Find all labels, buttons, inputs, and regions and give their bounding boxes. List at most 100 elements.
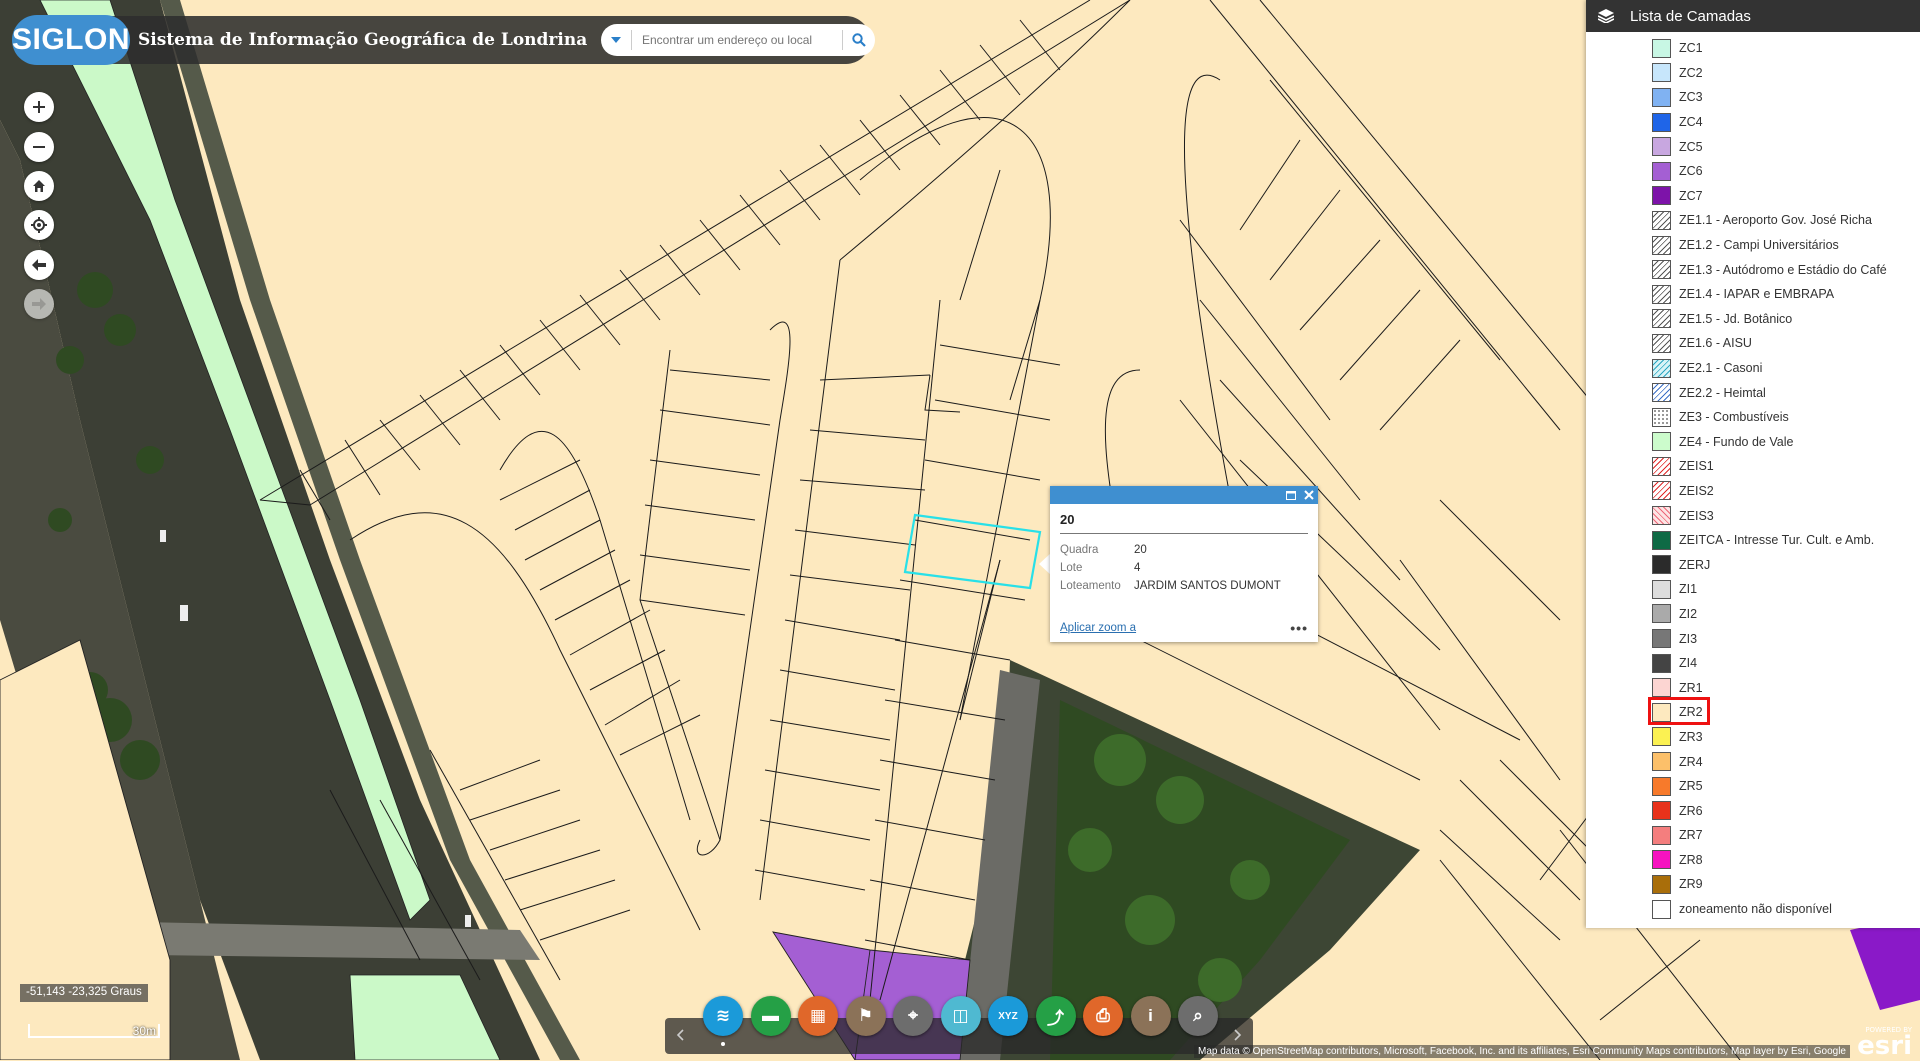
- share-tool-button[interactable]: ⤴: [1036, 996, 1076, 1036]
- legend-item[interactable]: ZR7: [1586, 823, 1920, 848]
- legend-item[interactable]: ZE1.1 - Aeroporto Gov. José Richa: [1586, 208, 1920, 233]
- legend-item[interactable]: ZC1: [1586, 36, 1920, 61]
- legend-swatch: [1652, 727, 1671, 746]
- legend-swatch: [1652, 875, 1671, 894]
- legend-item[interactable]: ZI2: [1586, 602, 1920, 627]
- basemap-tool-button[interactable]: ▦: [798, 996, 838, 1036]
- field-value: JARDIM SANTOS DUMONT: [1134, 577, 1281, 595]
- legend-item[interactable]: ZR2: [1586, 700, 1920, 725]
- legend-label: ZC1: [1679, 41, 1703, 55]
- locate-button[interactable]: [24, 210, 54, 240]
- legend-swatch: [1652, 900, 1671, 919]
- legend-label: ZC4: [1679, 115, 1703, 129]
- map-attribution[interactable]: Map data © OpenStreetMap contributors, M…: [1194, 1045, 1850, 1058]
- close-button[interactable]: [1304, 488, 1314, 503]
- zoom-in-button[interactable]: [24, 92, 54, 122]
- esri-logo[interactable]: POWERED BY esri: [1854, 1026, 1912, 1058]
- legend-item[interactable]: ZE1.4 - IAPAR e EMBRAPA: [1586, 282, 1920, 307]
- legend-item[interactable]: ZC6: [1586, 159, 1920, 184]
- legend-swatch: [1652, 408, 1671, 427]
- legend-label: ZERJ: [1679, 558, 1710, 572]
- legend-item[interactable]: ZE2.1 - Casoni: [1586, 356, 1920, 381]
- xyz-tool-button[interactable]: XYZ: [988, 996, 1028, 1036]
- measure-tool-button[interactable]: ▬: [751, 996, 791, 1036]
- legend-item[interactable]: ZR9: [1586, 872, 1920, 897]
- popup-titlebar: [1050, 486, 1318, 504]
- legend-item[interactable]: ZE2.2 - Heimtal: [1586, 380, 1920, 405]
- legend-label: ZE1.3 - Autódromo e Estádio do Café: [1679, 263, 1887, 277]
- layers-icon: ≋: [716, 1006, 730, 1026]
- field-value: 20: [1134, 541, 1281, 559]
- legend-item[interactable]: zoneamento não disponível: [1586, 897, 1920, 922]
- legend-item[interactable]: ZC5: [1586, 134, 1920, 159]
- legend-item[interactable]: ZE3 - Combustíveis: [1586, 405, 1920, 430]
- home-button[interactable]: [24, 171, 54, 201]
- layer-list-header[interactable]: Lista de Camadas: [1586, 0, 1920, 32]
- legend-label: ZI3: [1679, 632, 1697, 646]
- siglon-logo[interactable]: SIGLON: [12, 15, 130, 65]
- legend-item[interactable]: ZR8: [1586, 848, 1920, 873]
- legend-item[interactable]: ZE1.6 - AISU: [1586, 331, 1920, 356]
- info-tool-button[interactable]: i: [1131, 996, 1171, 1036]
- minus-icon: [33, 141, 45, 153]
- chevron-down-icon: [611, 37, 621, 43]
- locate-tool-button[interactable]: ⌖: [893, 996, 933, 1036]
- legend-label: ZC3: [1679, 90, 1703, 104]
- field-key: Loteamento: [1060, 577, 1134, 595]
- legend-label: ZEITCA - Intresse Tur. Cult. e Amb.: [1679, 533, 1874, 547]
- search-source-dropdown[interactable]: [601, 37, 631, 43]
- highlight-box: [1648, 697, 1710, 725]
- coordinate-text: -51,143 -23,325 Graus: [26, 986, 142, 998]
- legend-item[interactable]: ZC2: [1586, 61, 1920, 86]
- legend-item[interactable]: ZR3: [1586, 725, 1920, 750]
- legend-item[interactable]: ZC3: [1586, 85, 1920, 110]
- toolbar-prev-button[interactable]: [676, 1028, 684, 1044]
- legend-swatch: [1652, 555, 1671, 574]
- zoom-out-button[interactable]: [24, 132, 54, 162]
- legend-label: ZR1: [1679, 681, 1703, 695]
- legend-item[interactable]: ZI1: [1586, 577, 1920, 602]
- legend-item[interactable]: ZEIS1: [1586, 454, 1920, 479]
- legend-item[interactable]: ZI4: [1586, 651, 1920, 676]
- search-input[interactable]: [642, 33, 837, 47]
- legend-item[interactable]: ZE1.2 - Campi Universitários: [1586, 233, 1920, 258]
- legend-swatch: [1652, 629, 1671, 648]
- search-button[interactable]: [843, 33, 875, 47]
- legend-item[interactable]: ZERJ: [1586, 552, 1920, 577]
- legend-item[interactable]: ZE1.3 - Autódromo e Estádio do Café: [1586, 257, 1920, 282]
- legend-item[interactable]: ZR6: [1586, 798, 1920, 823]
- filter-tool-button[interactable]: ⚑: [846, 996, 886, 1036]
- popup-title: 20: [1060, 512, 1308, 534]
- legend-swatch: [1652, 359, 1671, 378]
- maximize-button[interactable]: [1286, 488, 1296, 503]
- legend-swatch: [1652, 236, 1671, 255]
- legend-item[interactable]: ZE4 - Fundo de Vale: [1586, 430, 1920, 455]
- print-tool-button[interactable]: ⎙: [1083, 996, 1123, 1036]
- legend-swatch: [1652, 481, 1671, 500]
- swipe-tool-button[interactable]: ◫: [941, 996, 981, 1036]
- query-tool-button[interactable]: ⌕: [1178, 996, 1218, 1036]
- toolbar-next-button[interactable]: [1234, 1028, 1242, 1044]
- legend-item[interactable]: ZEITCA - Intresse Tur. Cult. e Amb.: [1586, 528, 1920, 553]
- legend-item[interactable]: ZR4: [1586, 749, 1920, 774]
- next-extent-button[interactable]: [24, 289, 54, 319]
- legend-item[interactable]: ZC7: [1586, 184, 1920, 209]
- swipe-icon: ◫: [952, 1006, 968, 1026]
- legend-item[interactable]: ZEIS2: [1586, 479, 1920, 504]
- legend-item[interactable]: ZI3: [1586, 626, 1920, 651]
- legend-item[interactable]: ZEIS3: [1586, 503, 1920, 528]
- table-row: Quadra20: [1060, 541, 1281, 559]
- divider: [631, 30, 632, 50]
- measure-icon: ▬: [762, 1006, 779, 1026]
- legend-item[interactable]: ZR1: [1586, 675, 1920, 700]
- coordinate-readout[interactable]: -51,143 -23,325 Graus: [20, 984, 148, 1002]
- legend-label: ZR7: [1679, 828, 1703, 842]
- legend-label: ZC2: [1679, 66, 1703, 80]
- layers-tool-button[interactable]: ≋: [703, 996, 743, 1036]
- legend-item[interactable]: ZR5: [1586, 774, 1920, 799]
- legend-item[interactable]: ZE1.5 - Jd. Botânico: [1586, 307, 1920, 332]
- previous-extent-button[interactable]: [24, 250, 54, 280]
- more-actions-button[interactable]: •••: [1290, 620, 1308, 636]
- legend-item[interactable]: ZC4: [1586, 110, 1920, 135]
- zoom-to-link[interactable]: Aplicar zoom a: [1060, 622, 1136, 634]
